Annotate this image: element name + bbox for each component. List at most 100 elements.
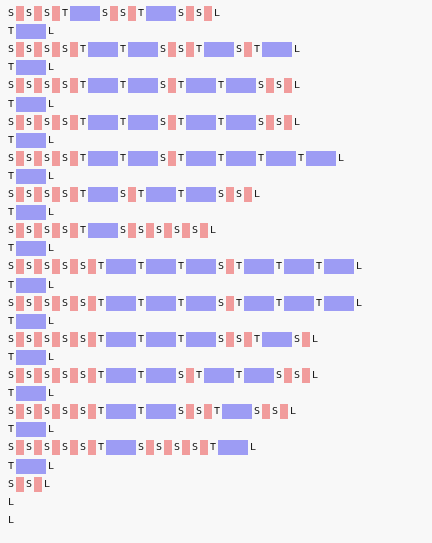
pink-block: [52, 259, 60, 275]
blue-block: [226, 78, 256, 94]
pink-block: [266, 78, 274, 94]
blue-block: [88, 150, 118, 166]
blue-block: [146, 187, 176, 202]
blue-block: [88, 187, 118, 202]
token-label: L: [254, 189, 261, 200]
pink-block: [168, 78, 176, 94]
token-label: S: [26, 189, 33, 200]
token-label: T: [98, 370, 105, 381]
token-label: T: [80, 44, 87, 56]
pink-block: [226, 187, 234, 202]
token-label: T: [254, 333, 261, 345]
pink-block: [88, 295, 96, 311]
pink-block: [302, 331, 310, 347]
token-label: S: [80, 370, 87, 381]
token-label: S: [26, 333, 33, 345]
pink-block: [88, 368, 96, 383]
token-label: T: [98, 442, 105, 454]
pink-block: [244, 42, 252, 58]
token-label: T: [8, 424, 15, 436]
pink-block: [164, 440, 172, 456]
token-label: S: [26, 406, 33, 418]
blue-block: [186, 114, 216, 130]
pink-block: [168, 114, 176, 130]
token-label: S: [254, 406, 261, 418]
token-label: S: [26, 478, 33, 490]
token-label: L: [214, 8, 221, 19]
token-label: S: [62, 189, 69, 200]
blue-block: [106, 331, 136, 347]
blue-block: [186, 150, 216, 166]
token-label: S: [44, 116, 51, 128]
pink-block: [16, 476, 24, 492]
token-label: S: [62, 80, 69, 92]
blue-block: [106, 259, 136, 275]
token-label: S: [8, 44, 15, 56]
pink-block: [284, 114, 292, 130]
token-label: T: [236, 261, 243, 273]
blue-block: [16, 313, 46, 329]
token-label: T: [178, 189, 185, 200]
pink-block: [52, 42, 60, 58]
token-label: L: [312, 333, 319, 345]
token-label: S: [62, 225, 69, 237]
token-canvas: SSSTSSTSSLTLSSSSTTSSTSTLTLSSSSTTSTTSSLTL…: [0, 0, 432, 543]
token-label: S: [192, 225, 199, 237]
token-label: S: [276, 80, 283, 92]
token-label: T: [218, 116, 225, 128]
token-label: S: [44, 8, 51, 19]
token-label: S: [26, 116, 33, 128]
token-label: T: [236, 370, 243, 381]
pink-block: [52, 114, 60, 130]
token-label: S: [218, 189, 225, 200]
blue-block: [16, 96, 46, 112]
blue-block: [16, 386, 46, 402]
blue-block: [16, 277, 46, 293]
pink-block: [34, 295, 42, 311]
blue-block: [218, 440, 248, 456]
blue-block: [16, 60, 46, 76]
pink-block: [34, 368, 42, 383]
blue-block: [146, 368, 176, 383]
pink-block: [34, 114, 42, 130]
pink-block: [34, 150, 42, 166]
blue-block: [284, 295, 314, 311]
token-label: S: [62, 333, 69, 345]
token-label: S: [156, 442, 163, 454]
token-label: L: [48, 243, 55, 255]
token-label: L: [48, 134, 55, 146]
pink-block: [70, 440, 78, 456]
token-label: T: [8, 62, 15, 74]
token-label: S: [258, 80, 265, 92]
token-label: S: [8, 8, 15, 19]
token-label: L: [48, 26, 55, 38]
token-label: S: [44, 333, 51, 345]
token-label: S: [26, 370, 33, 381]
token-label: T: [80, 189, 87, 200]
token-label: T: [8, 243, 15, 255]
token-label: T: [138, 297, 145, 309]
token-label: S: [26, 442, 33, 454]
token-label: T: [80, 152, 87, 164]
token-label: S: [196, 406, 203, 418]
pink-block: [16, 295, 24, 311]
pink-block: [16, 404, 24, 420]
blue-block: [146, 6, 176, 21]
token-label: L: [294, 44, 301, 56]
token-label: T: [80, 116, 87, 128]
token-label: S: [178, 370, 185, 381]
token-label: L: [250, 442, 257, 454]
pink-block: [52, 404, 60, 420]
token-label: T: [98, 261, 105, 273]
pink-block: [182, 440, 190, 456]
token-label: S: [62, 297, 69, 309]
blue-block: [128, 114, 158, 130]
blue-block: [16, 241, 46, 257]
token-label: S: [294, 333, 301, 345]
token-label: T: [196, 44, 203, 56]
token-label: S: [8, 478, 15, 490]
token-label: T: [276, 297, 283, 309]
token-label: T: [138, 8, 145, 19]
token-label: T: [178, 297, 185, 309]
pink-block: [244, 331, 252, 347]
